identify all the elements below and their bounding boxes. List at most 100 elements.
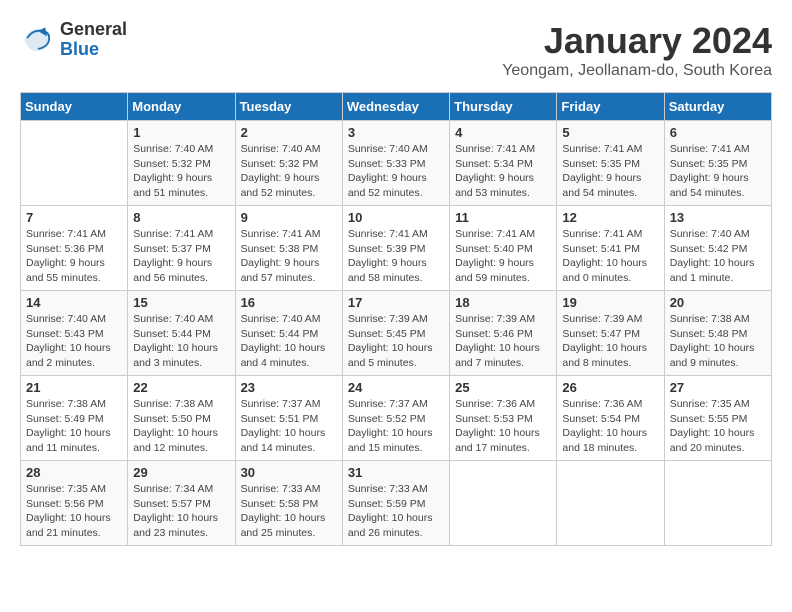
calendar-cell: 12 Sunrise: 7:41 AMSunset: 5:41 PMDayligh… [557,206,664,291]
calendar-cell: 29 Sunrise: 7:34 AMSunset: 5:57 PMDayligh… [128,461,235,546]
day-info: Sunrise: 7:33 AMSunset: 5:59 PMDaylight:… [348,482,444,541]
day-header-monday: Monday [128,93,235,121]
calendar-cell: 1 Sunrise: 7:40 AMSunset: 5:32 PMDaylight… [128,121,235,206]
day-number: 8 [133,210,229,225]
calendar-cell: 25 Sunrise: 7:36 AMSunset: 5:53 PMDayligh… [450,376,557,461]
calendar-cell: 28Sunrise: 7:35 AMSunset: 5:56 PMDayligh… [21,461,128,546]
day-info: Sunrise: 7:41 AMSunset: 5:35 PMDaylight:… [562,142,658,201]
day-header-sunday: Sunday [21,93,128,121]
day-header-thursday: Thursday [450,93,557,121]
day-number: 13 [670,210,766,225]
calendar-cell: 20 Sunrise: 7:38 AMSunset: 5:48 PMDayligh… [664,291,771,376]
day-number: 27 [670,380,766,395]
day-info: Sunrise: 7:36 AMSunset: 5:54 PMDaylight:… [562,397,658,456]
calendar-cell: 17 Sunrise: 7:39 AMSunset: 5:45 PMDayligh… [342,291,449,376]
calendar-cell: 7 Sunrise: 7:41 AMSunset: 5:36 PMDaylight… [21,206,128,291]
day-info: Sunrise: 7:40 AMSunset: 5:32 PMDaylight:… [133,142,229,201]
day-info: Sunrise: 7:40 AMSunset: 5:42 PMDaylight:… [670,227,766,286]
day-number: 15 [133,295,229,310]
day-info: Sunrise: 7:40 AMSunset: 5:43 PMDaylight:… [26,312,122,371]
day-header-wednesday: Wednesday [342,93,449,121]
calendar-cell: 19Sunrise: 7:39 AMSunset: 5:47 PMDayligh… [557,291,664,376]
calendar-cell: 2 Sunrise: 7:40 AMSunset: 5:32 PMDaylight… [235,121,342,206]
logo-general: General [60,19,127,39]
calendar-cell: 11 Sunrise: 7:41 AMSunset: 5:40 PMDayligh… [450,206,557,291]
calendar-cell: 5Sunrise: 7:41 AMSunset: 5:35 PMDaylight… [557,121,664,206]
day-number: 22 [133,380,229,395]
day-number: 26 [562,380,658,395]
day-info: Sunrise: 7:38 AMSunset: 5:50 PMDaylight:… [133,397,229,456]
day-number: 16 [241,295,337,310]
day-info: Sunrise: 7:37 AMSunset: 5:51 PMDaylight:… [241,397,337,456]
logo-text: General Blue [60,20,127,60]
day-number: 9 [241,210,337,225]
day-header-tuesday: Tuesday [235,93,342,121]
day-info: Sunrise: 7:40 AMSunset: 5:33 PMDaylight:… [348,142,444,201]
day-info: Sunrise: 7:41 AMSunset: 5:35 PMDaylight:… [670,142,766,201]
calendar-cell: 15 Sunrise: 7:40 AMSunset: 5:44 PMDayligh… [128,291,235,376]
day-info: Sunrise: 7:41 AMSunset: 5:39 PMDaylight:… [348,227,444,286]
day-number: 14 [26,295,122,310]
calendar-cell [450,461,557,546]
day-header-saturday: Saturday [664,93,771,121]
calendar-title: January 2024 [502,20,772,62]
day-info: Sunrise: 7:34 AMSunset: 5:57 PMDaylight:… [133,482,229,541]
day-info: Sunrise: 7:41 AMSunset: 5:41 PMDaylight:… [562,227,658,286]
calendar-cell [557,461,664,546]
day-number: 30 [241,465,337,480]
day-info: Sunrise: 7:39 AMSunset: 5:45 PMDaylight:… [348,312,444,371]
day-info: Sunrise: 7:33 AMSunset: 5:58 PMDaylight:… [241,482,337,541]
day-info: Sunrise: 7:41 AMSunset: 5:36 PMDaylight:… [26,227,122,286]
day-info: Sunrise: 7:39 AMSunset: 5:46 PMDaylight:… [455,312,551,371]
top-section: General Blue January 2024 Yeongam, Jeoll… [20,20,772,84]
day-number: 18 [455,295,551,310]
day-number: 31 [348,465,444,480]
day-number: 7 [26,210,122,225]
day-number: 23 [241,380,337,395]
logo-blue: Blue [60,39,99,59]
calendar-cell: 4Sunrise: 7:41 AMSunset: 5:34 PMDaylight… [450,121,557,206]
calendar-cell: 9Sunrise: 7:41 AMSunset: 5:38 PMDaylight… [235,206,342,291]
day-number: 1 [133,125,229,140]
calendar-cell: 27Sunrise: 7:35 AMSunset: 5:55 PMDayligh… [664,376,771,461]
logo: General Blue [20,20,127,60]
day-info: Sunrise: 7:38 AMSunset: 5:48 PMDaylight:… [670,312,766,371]
day-number: 2 [241,125,337,140]
calendar-cell: 24Sunrise: 7:37 AMSunset: 5:52 PMDayligh… [342,376,449,461]
calendar-cell [664,461,771,546]
calendar-cell [21,121,128,206]
day-info: Sunrise: 7:41 AMSunset: 5:34 PMDaylight:… [455,142,551,201]
day-number: 29 [133,465,229,480]
logo-icon [20,22,56,58]
day-number: 21 [26,380,122,395]
calendar-cell: 14 Sunrise: 7:40 AMSunset: 5:43 PMDayligh… [21,291,128,376]
day-number: 3 [348,125,444,140]
calendar-cell: 26 Sunrise: 7:36 AMSunset: 5:54 PMDayligh… [557,376,664,461]
day-info: Sunrise: 7:40 AMSunset: 5:44 PMDaylight:… [133,312,229,371]
day-number: 12 [562,210,658,225]
calendar-cell: 23 Sunrise: 7:37 AMSunset: 5:51 PMDayligh… [235,376,342,461]
calendar-cell: 16 Sunrise: 7:40 AMSunset: 5:44 PMDayligh… [235,291,342,376]
calendar-cell: 6 Sunrise: 7:41 AMSunset: 5:35 PMDaylight… [664,121,771,206]
calendar-cell: 30 Sunrise: 7:33 AMSunset: 5:58 PMDayligh… [235,461,342,546]
day-number: 11 [455,210,551,225]
calendar-cell: 31 Sunrise: 7:33 AMSunset: 5:59 PMDayligh… [342,461,449,546]
day-number: 25 [455,380,551,395]
day-info: Sunrise: 7:40 AMSunset: 5:44 PMDaylight:… [241,312,337,371]
calendar-subtitle: Yeongam, Jeollanam-do, South Korea [502,62,772,80]
day-info: Sunrise: 7:38 AMSunset: 5:49 PMDaylight:… [26,397,122,456]
day-info: Sunrise: 7:41 AMSunset: 5:37 PMDaylight:… [133,227,229,286]
day-number: 24 [348,380,444,395]
day-header-friday: Friday [557,93,664,121]
day-number: 10 [348,210,444,225]
day-info: Sunrise: 7:41 AMSunset: 5:40 PMDaylight:… [455,227,551,286]
calendar-cell: 10 Sunrise: 7:41 AMSunset: 5:39 PMDayligh… [342,206,449,291]
day-info: Sunrise: 7:36 AMSunset: 5:53 PMDaylight:… [455,397,551,456]
calendar-cell: 3 Sunrise: 7:40 AMSunset: 5:33 PMDaylight… [342,121,449,206]
day-number: 6 [670,125,766,140]
day-info: Sunrise: 7:40 AMSunset: 5:32 PMDaylight:… [241,142,337,201]
day-info: Sunrise: 7:35 AMSunset: 5:56 PMDaylight:… [26,482,122,541]
calendar-cell: 8 Sunrise: 7:41 AMSunset: 5:37 PMDaylight… [128,206,235,291]
day-number: 20 [670,295,766,310]
day-number: 17 [348,295,444,310]
